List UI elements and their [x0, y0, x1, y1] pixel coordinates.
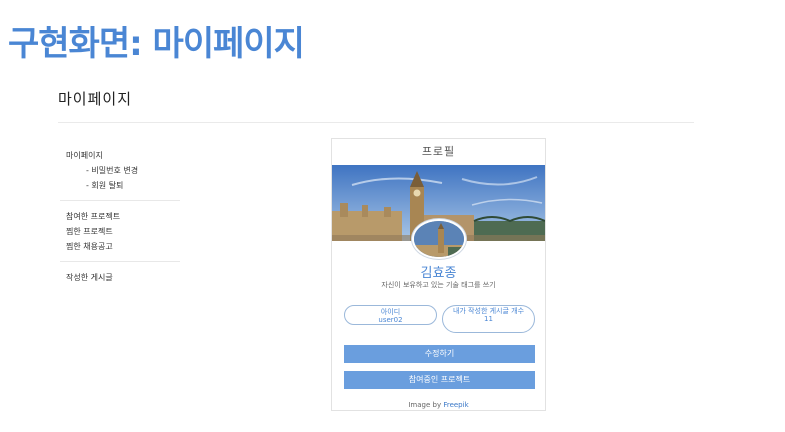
slide-title: 구현화면: 마이페이지	[8, 24, 305, 64]
sidebar-item-change-password[interactable]: - 비밀번호 변경	[66, 163, 181, 178]
sidebar-item-liked-jobs[interactable]: 찜한 채용공고	[66, 239, 181, 254]
sidebar-item-my-posts[interactable]: 작성한 게시글	[66, 270, 181, 285]
post-count-badge[interactable]: 내가 작성한 게시글 개수 11	[442, 305, 535, 333]
image-credit-prefix: Image by	[408, 401, 442, 409]
user-id-label: 아이디	[380, 308, 401, 316]
page-title: 마이페이지	[58, 90, 133, 108]
profile-card: 프로필 김효종 자신이 보유하고 있는 기술 태그를 쓰기 아이디 user02…	[331, 138, 546, 411]
sidebar-divider	[60, 200, 180, 201]
sidebar-item-mypage[interactable]: 마이페이지	[66, 148, 181, 163]
sidebar-menu: 마이페이지 - 비밀번호 변경 - 회원 탈퇴 참여한 프로젝트 찜한 프로젝트…	[60, 148, 181, 285]
sidebar-item-joined-projects[interactable]: 참여한 프로젝트	[66, 209, 181, 224]
profile-name: 김효종	[420, 266, 457, 281]
user-id-badge[interactable]: 아이디 user02	[344, 305, 437, 325]
post-count-label: 내가 작성한 게시글 개수	[452, 307, 525, 315]
sidebar-item-liked-projects[interactable]: 찜한 프로젝트	[66, 224, 181, 239]
freepik-link[interactable]: Freepik	[443, 401, 468, 409]
image-credit: Image by Freepik	[332, 401, 545, 409]
profile-tagline: 자신이 보유하고 있는 기술 태그를 쓰기	[381, 281, 496, 289]
post-count-value: 11	[484, 315, 493, 323]
active-projects-button[interactable]: 참여중인 프로젝트	[344, 371, 535, 389]
avatar	[412, 219, 466, 259]
profile-card-title: 프로필	[421, 145, 456, 158]
user-id-value: user02	[378, 316, 403, 324]
heading-divider	[58, 122, 694, 123]
edit-profile-button[interactable]: 수정하기	[344, 345, 535, 363]
sidebar-item-withdraw[interactable]: - 회원 탈퇴	[66, 178, 181, 193]
sidebar-divider	[60, 261, 180, 262]
